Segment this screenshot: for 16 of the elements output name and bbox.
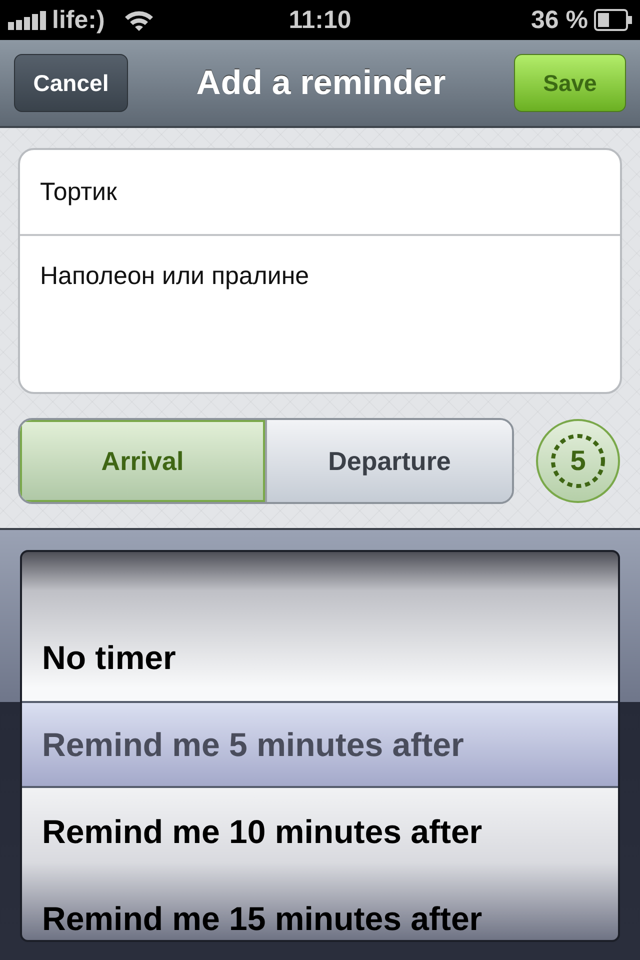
screen-title: Add a reminder [196,64,446,102]
picker-option[interactable]: Remind me 10 minutes after [22,788,618,875]
clock-time: 11:10 [288,6,352,34]
picker-option[interactable]: No timer [22,614,618,701]
mode-tab[interactable]: Arrival [20,420,265,502]
battery-icon [594,9,632,31]
carrier-name: life:) [52,6,105,34]
mode-tab[interactable]: Departure [265,420,512,502]
picker-option[interactable]: Remind me 5 minutes after [22,701,618,788]
title-field[interactable]: Тортик [20,150,620,236]
battery-percent: 36 % [531,6,588,34]
notes-field[interactable]: Наполеон или пралине [20,236,620,392]
cancel-button[interactable]: Cancel [14,54,128,112]
timer-badge[interactable]: 5 [536,419,620,503]
signal-icon [8,10,46,30]
picker-option[interactable]: Remind me 15 minutes after [22,875,618,940]
